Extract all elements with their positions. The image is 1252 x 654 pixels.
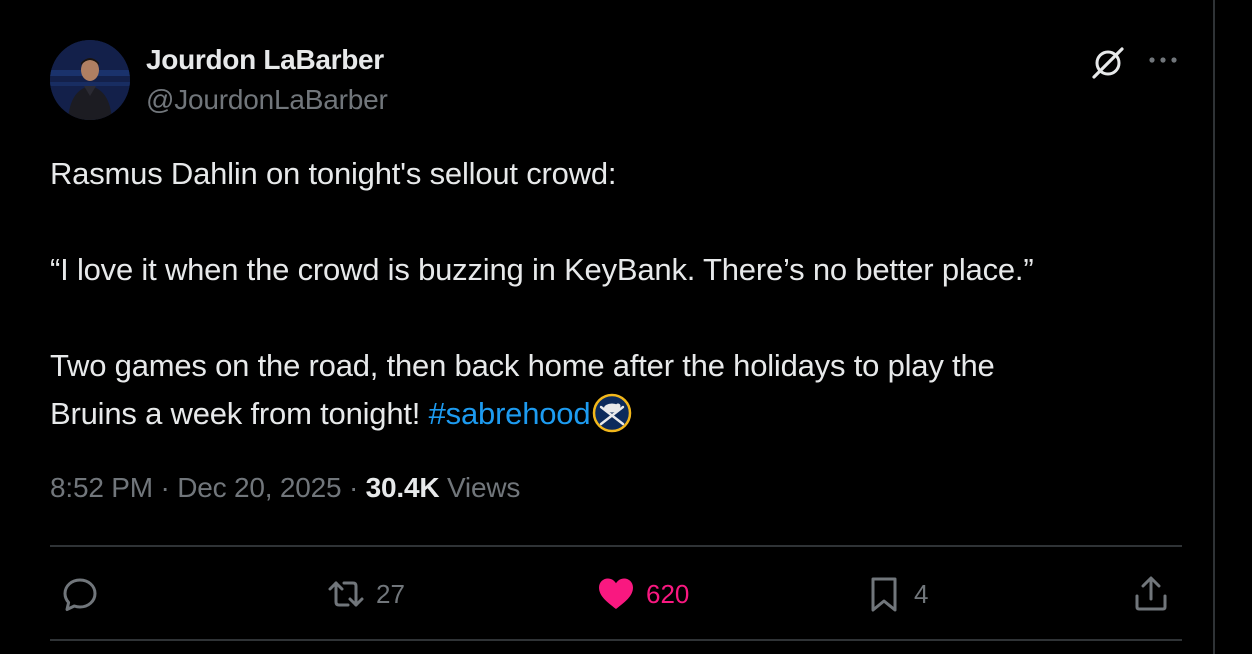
divider <box>50 545 1182 547</box>
tweet-meta: 8:52 PM · Dec 20, 2025 · 30.4K Views <box>50 472 520 504</box>
author-handle[interactable]: @JourdonLaBarber <box>146 84 388 116</box>
share-button[interactable] <box>1131 574 1171 614</box>
timeline-border <box>1213 0 1215 654</box>
tweet-line: Bruins a week from tonight! #sabrehood <box>50 390 1200 438</box>
reply-icon <box>63 578 97 611</box>
hashtag-link[interactable]: #sabrehood <box>429 396 591 431</box>
avatar-photo <box>50 40 130 120</box>
repost-count: 27 <box>376 578 405 609</box>
tweet-line: “I love it when the crowd is buzzing in … <box>50 252 1034 287</box>
grok-icon[interactable] <box>1088 42 1128 82</box>
reply-button[interactable] <box>60 574 110 614</box>
tweet-line: Two games on the road, then back home af… <box>50 348 995 383</box>
tweet-time[interactable]: 8:52 PM <box>50 472 153 503</box>
tweet-line: Rasmus Dahlin on tonight's sellout crowd… <box>50 156 617 191</box>
repost-button[interactable]: 27 <box>326 574 405 614</box>
views-label: Views <box>439 472 521 503</box>
tweet-line-text: Bruins a week from tonight! <box>50 396 429 431</box>
repost-icon <box>328 581 364 607</box>
divider <box>50 639 1182 641</box>
meta-separator: · <box>341 472 366 503</box>
meta-separator: · <box>152 472 178 503</box>
author-name[interactable]: Jourdon LaBarber <box>146 44 384 76</box>
like-button[interactable]: 620 <box>596 574 689 614</box>
heart-icon <box>599 578 633 609</box>
sabres-logo-emoji <box>592 393 632 433</box>
views-count: 30.4K <box>365 472 440 503</box>
more-icon[interactable] <box>1146 48 1180 72</box>
tweet-date[interactable]: Dec 20, 2025 <box>177 472 341 503</box>
tweet-text: Rasmus Dahlin on tonight's sellout crowd… <box>50 150 1200 438</box>
bookmark-icon <box>871 577 897 612</box>
bookmark-count: 4 <box>914 578 929 609</box>
share-icon <box>1135 576 1167 611</box>
avatar[interactable] <box>50 40 130 120</box>
like-count: 620 <box>646 578 690 609</box>
bookmark-button[interactable]: 4 <box>864 574 928 614</box>
